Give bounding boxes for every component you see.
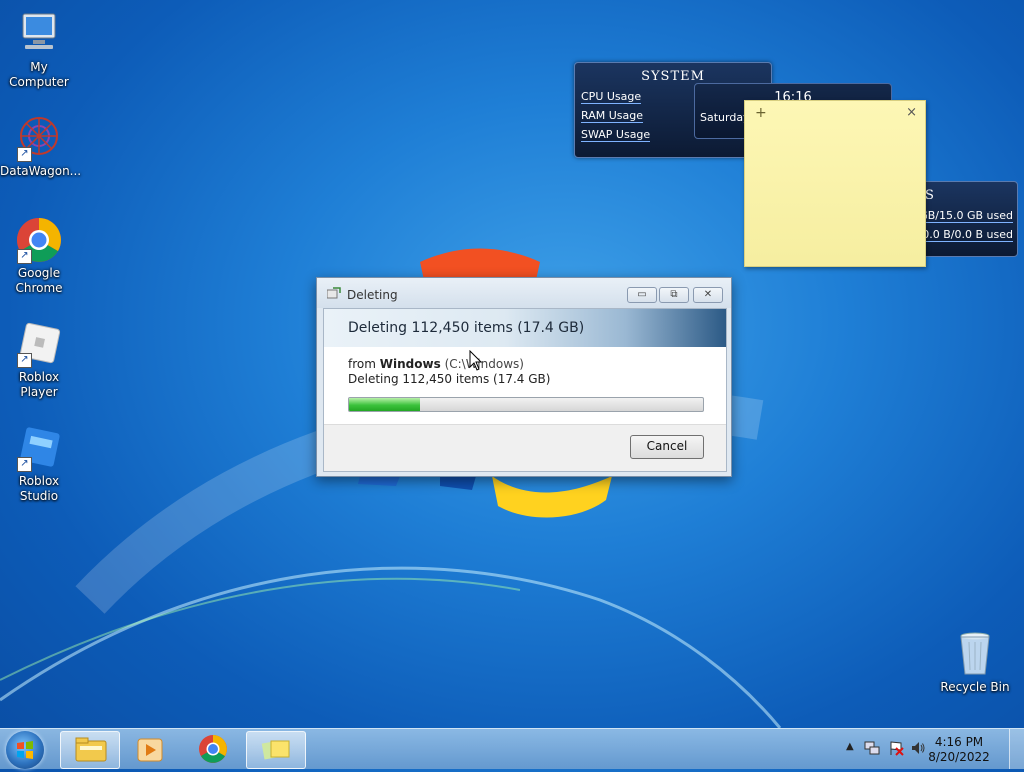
desktop-icon-label: Recycle Bin xyxy=(940,680,1010,694)
delete-progress-icon xyxy=(327,287,341,299)
maximize-button[interactable]: ⧉ xyxy=(659,287,689,303)
taskbar-clock[interactable]: 4:16 PM 8/20/2022 xyxy=(924,735,994,765)
deleting-dialog[interactable]: Deleting ▭ ⧉ ✕ Deleting 112,450 items (1… xyxy=(316,277,732,477)
taskbar-media-player[interactable] xyxy=(122,731,180,767)
show-hidden-icons-arrow[interactable]: ▲ xyxy=(846,741,854,752)
add-note-icon[interactable]: + xyxy=(755,105,767,121)
clock-date: 8/20/2022 xyxy=(928,750,990,764)
datawagon-icon: ↗ xyxy=(15,114,63,162)
desktop-icon-recycle-bin[interactable]: Recycle Bin xyxy=(936,630,1014,695)
show-desktop-button[interactable] xyxy=(1009,729,1024,769)
desktop-icon-datawagon[interactable]: ↗ DataWagon... xyxy=(0,114,82,179)
shortcut-arrow-icon: ↗ xyxy=(17,353,32,368)
desktop-icon-label: My Computer xyxy=(9,60,69,89)
network-icon[interactable] xyxy=(864,740,880,756)
desktop-icon-label: Roblox Studio xyxy=(18,474,60,503)
minimize-button[interactable]: ▭ xyxy=(627,287,657,303)
close-icon[interactable]: × xyxy=(906,105,917,120)
desktop-icon-google-chrome[interactable]: ↗ Google Chrome xyxy=(0,216,78,296)
progress-bar-fill xyxy=(349,398,420,411)
chrome-icon xyxy=(199,735,227,763)
system-gadget-title: SYSTEM xyxy=(641,69,705,84)
sticky-notes-icon xyxy=(261,740,290,760)
media-player-icon xyxy=(137,738,163,762)
roblox-studio-icon: ↗ xyxy=(15,424,63,472)
taskbar-windows-explorer[interactable] xyxy=(60,731,120,769)
chrome-icon: ↗ xyxy=(15,216,63,264)
roblox-player-icon: ↗ xyxy=(15,320,63,368)
close-button[interactable]: ✕ xyxy=(693,287,723,303)
dialog-title-bar[interactable]: Deleting ▭ ⧉ ✕ xyxy=(317,278,731,308)
desktop-icon-roblox-studio[interactable]: ↗ Roblox Studio xyxy=(0,424,78,504)
computer-icon xyxy=(15,10,63,58)
system-tray: ▲ 4:16 PM 8/20/2022 xyxy=(844,729,1024,769)
desktop-icon-label: Roblox Player xyxy=(18,370,60,399)
shortcut-arrow-icon: ↗ xyxy=(17,147,32,162)
dialog-content: Deleting 112,450 items (17.4 GB) from Wi… xyxy=(323,308,727,472)
desktop-icon-roblox-player[interactable]: ↗ Roblox Player xyxy=(0,320,78,400)
sticky-note[interactable]: + × xyxy=(744,100,926,267)
desktop-icon-my-computer[interactable]: My Computer xyxy=(0,10,78,90)
disk-gadget-title: S xyxy=(925,188,934,203)
source-folder-name[interactable]: Windows xyxy=(380,357,441,371)
dialog-body: from Windows (C:\Windows) Deleting 112,4… xyxy=(324,347,726,412)
mouse-pointer-icon xyxy=(469,350,483,371)
action-center-flag-icon[interactable] xyxy=(888,740,904,756)
start-button[interactable] xyxy=(6,731,44,769)
taskbar: ▲ 4:16 PM 8/20/2022 xyxy=(0,728,1024,769)
delete-detail: Deleting 112,450 items (17.4 GB) xyxy=(348,372,551,386)
clock-time: 4:16 PM xyxy=(934,735,984,749)
dialog-banner: Deleting 112,450 items (17.4 GB) xyxy=(324,309,726,347)
recycle-bin-icon xyxy=(951,630,999,678)
taskbar-google-chrome[interactable] xyxy=(184,731,242,767)
cancel-button[interactable]: Cancel xyxy=(630,435,704,459)
from-prefix: from xyxy=(348,357,376,371)
desktop-icon-label: DataWagon... xyxy=(0,164,82,178)
source-line: from Windows (C:\Windows) xyxy=(348,357,702,372)
folder-icon xyxy=(75,737,107,762)
taskbar-sticky-notes[interactable] xyxy=(246,731,306,769)
desktop-icon-label: Google Chrome xyxy=(15,266,63,295)
dialog-footer: Cancel xyxy=(324,424,726,471)
progress-bar xyxy=(348,397,704,412)
shortcut-arrow-icon: ↗ xyxy=(17,249,32,264)
windows-logo-icon xyxy=(17,741,33,759)
dialog-heading: Deleting 112,450 items (17.4 GB) xyxy=(348,320,585,336)
dialog-title: Deleting xyxy=(347,288,398,302)
shortcut-arrow-icon: ↗ xyxy=(17,457,32,472)
source-folder-path: (C:\Windows) xyxy=(444,357,524,371)
